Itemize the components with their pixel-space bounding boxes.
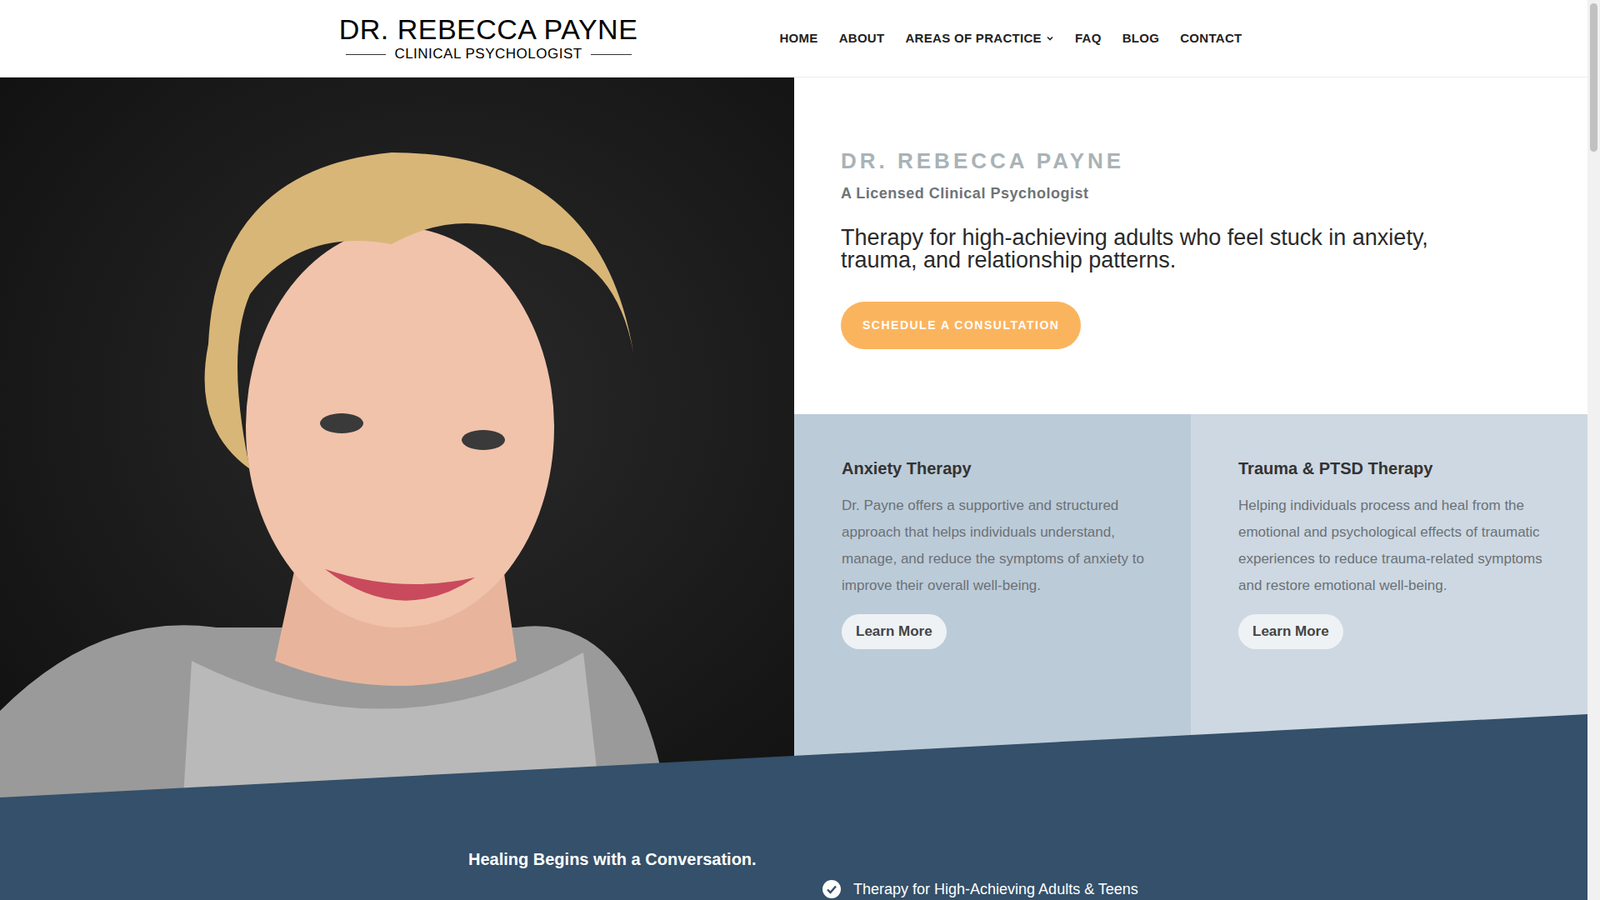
card-title: Anxiety Therapy <box>841 457 1151 480</box>
section-eyebrow: Healing Begins with a Conversation. <box>468 847 1588 871</box>
checklist-item: Therapy for High-Achieving Adults & Teen… <box>821 879 1588 900</box>
scrollbar[interactable] <box>1587 0 1600 900</box>
hero: DR. REBECCA PAYNE A Licensed Clinical Ps… <box>0 77 1588 798</box>
site-logo[interactable]: DR. REBECCA PAYNE CLINICAL PSYCHOLOGIST <box>345 13 632 64</box>
main-nav: HOME ABOUT AREAS OF PRACTICE FAQ BLOG CONTACT <box>779 29 1242 49</box>
schedule-consultation-button[interactable]: SCHEDULE A CONSULTATION <box>840 301 1081 350</box>
nav-item[interactable]: FAQ <box>1075 29 1102 49</box>
card-text: Dr. Payne offers a supportive and struct… <box>841 492 1151 600</box>
scrollbar-thumb[interactable] <box>1590 3 1598 152</box>
chevron-down-icon <box>1045 34 1055 43</box>
site-header: DR. REBECCA PAYNE CLINICAL PSYCHOLOGIST … <box>0 0 1588 78</box>
card-text: Helping individuals process and heal fro… <box>1238 492 1548 600</box>
hero-name: DR. REBECCA PAYNE <box>840 147 1588 175</box>
hero-title: A Licensed Clinical Psychologist <box>840 182 1588 205</box>
hero-tagline: Therapy for high-achieving adults who fe… <box>840 226 1475 272</box>
nav-item[interactable]: HOME <box>779 29 818 49</box>
card-title: Trauma & PTSD Therapy <box>1238 457 1548 480</box>
nav-item[interactable]: CONTACT <box>1180 29 1242 49</box>
nav-item[interactable]: ABOUT <box>839 29 885 49</box>
learn-more-button[interactable]: Learn More <box>841 614 947 650</box>
learn-more-button[interactable]: Learn More <box>1238 614 1344 650</box>
portrait-photo <box>0 77 795 798</box>
check-icon <box>821 879 842 900</box>
nav-item[interactable]: BLOG <box>1122 29 1160 49</box>
nav-item[interactable]: AREAS OF PRACTICE <box>905 29 1054 49</box>
